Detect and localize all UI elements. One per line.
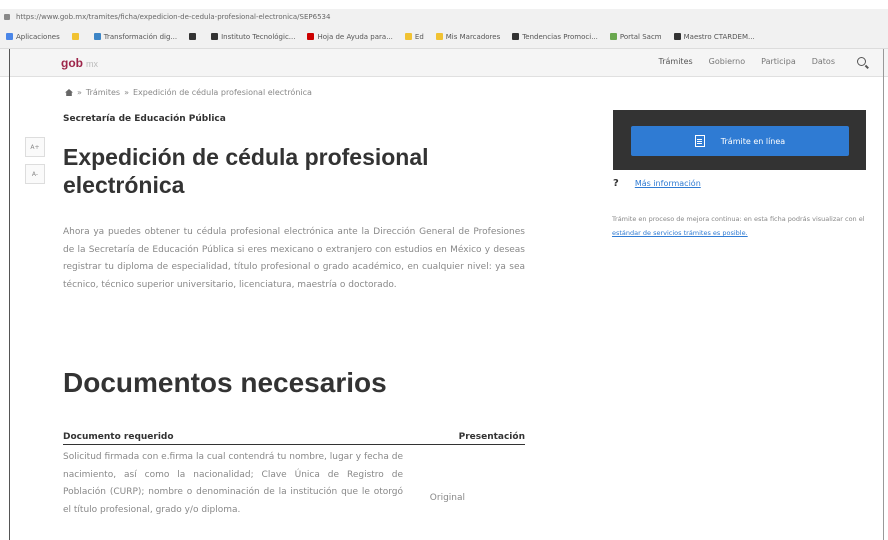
lock-icon [4,13,10,20]
bookmark-item[interactable]: Transformación dig... [93,32,178,41]
online-procedure-label: Trámite en línea [720,136,786,146]
bookmark-item[interactable]: Hoja de Ayuda para... [307,32,393,41]
site-header: gob mx Trámites Gobierno Participa Datos [0,49,888,77]
url-text[interactable]: https://www.gob.mx/tramites/ficha/expedi… [16,13,330,21]
bookmark-icon [673,33,681,40]
bookmark-label: Portal Sacm [619,32,662,41]
bookmark-icon [6,33,13,40]
document-description: Solicitud firmada con e.firma la cual co… [63,452,403,515]
bookmark-icon [512,33,520,40]
font-decrease-button[interactable]: A- [25,164,45,184]
col-presentation: Presentación [458,432,525,442]
bookmark-item[interactable]: Instituto Tecnológic... [211,33,295,41]
document-icon [694,135,705,147]
bookmark-label: Instituto Tecnológic... [221,32,296,41]
bookmark-item[interactable]: Aplicaciones [6,33,60,41]
bookmark-label: Mis Marcadores [445,32,501,41]
top-strip [0,0,888,9]
page-title: Expedición de cédula profesional electró… [63,144,429,198]
table-row: Solicitud firmada con e.firma la cual co… [63,449,525,519]
breadcrumb-tramites[interactable]: Trámites [86,88,120,97]
nav-gobierno[interactable]: Gobierno [709,57,745,66]
service-standard-link[interactable]: estándar de servicios trámites es posibl… [612,229,748,237]
procedure-note: Trámite en proceso de mejora continua: e… [612,215,865,237]
home-icon[interactable] [65,89,73,96]
gob-logo[interactable]: gob mx [61,56,98,70]
breadcrumb-current: Expedición de cédula profesional electró… [132,88,312,97]
frame-border-right [883,49,884,540]
col-document: Documento requerido [63,432,174,442]
bookmark-icon [211,33,219,40]
bookmark-label: Ed [414,32,424,41]
document-presentation: Original [429,493,465,503]
more-info: ? Más información [613,178,701,189]
bookmark-item[interactable]: Tendencias Promoci... [512,33,598,41]
online-procedure-button[interactable]: Trámite en línea [631,126,849,156]
bookmark-item[interactable] [71,33,82,40]
bookmark-icon [609,33,617,40]
nav-tramites[interactable]: Trámites [659,57,693,66]
font-increase-button[interactable]: A+ [25,137,45,157]
bookmark-icon [189,33,197,40]
bookmark-icon [307,33,315,40]
more-info-link[interactable]: Más información [635,179,701,188]
bookmark-label: Transformación dig... [103,32,178,41]
main-nav: Trámites Gobierno Participa Datos [659,57,866,66]
breadcrumb: » Trámites » Expedición de cédula profes… [65,88,312,97]
bookmark-item[interactable]: Ed [404,32,424,41]
bookmark-item[interactable]: Mis Marcadores [435,32,501,41]
search-icon[interactable] [857,57,866,66]
question-icon: ? [613,178,619,189]
bookmark-icon [435,33,443,40]
bookmarks-bar: Aplicaciones Transformación dig... Institu… [0,24,888,49]
address-bar[interactable]: https://www.gob.mx/tramites/ficha/expedi… [0,9,888,24]
nav-datos[interactable]: Datos [812,57,835,66]
bookmark-item[interactable]: Maestro CTARDEM... [673,32,755,41]
section-title: Documentos necesarios [63,367,387,398]
bookmark-item[interactable]: Portal Sacm [609,32,662,41]
bookmark-icon [93,33,101,40]
bookmark-icon [404,33,412,40]
nav-participa[interactable]: Participa [761,57,796,66]
agency-name: Secretaría de Educación Pública [63,114,226,124]
bookmark-label: Tendencias Promoci... [522,32,598,41]
intro-paragraph: Ahora ya puedes obtener tu cédula profes… [63,227,525,290]
online-procedure-panel: Trámite en línea [613,110,866,170]
bookmark-label: Hoja de Ayuda para... [317,32,393,41]
frame-border-left [9,49,10,540]
bookmark-icon [71,33,79,40]
browser-chrome: https://www.gob.mx/tramites/ficha/expedi… [0,9,888,49]
bookmark-item[interactable] [189,33,199,40]
bookmark-label: Maestro CTARDEM... [683,32,755,41]
bookmark-label: Aplicaciones [16,32,60,41]
documents-table-header: Documento requerido Presentación [63,432,525,445]
